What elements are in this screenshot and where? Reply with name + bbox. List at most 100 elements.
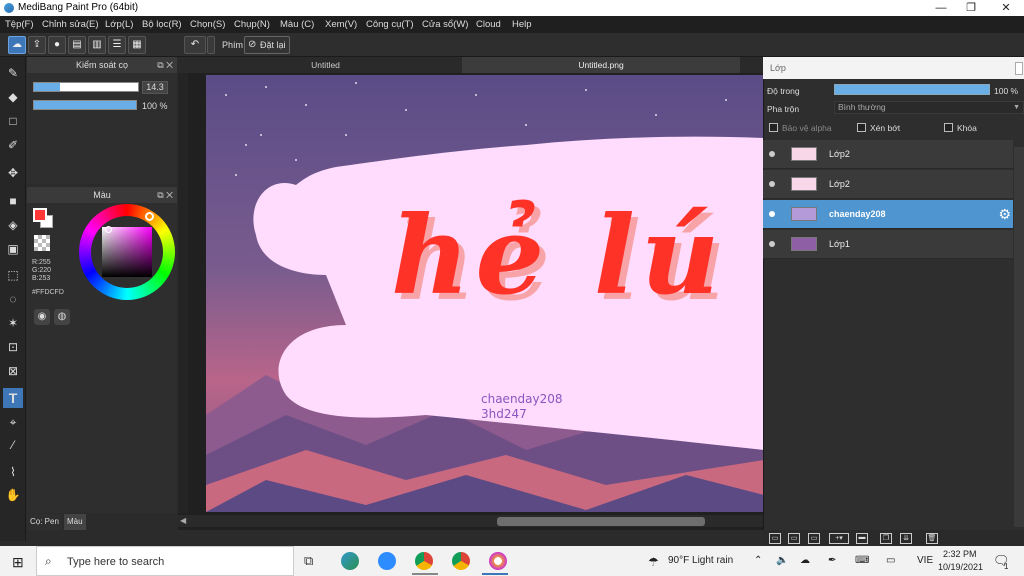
bucket-tool-icon[interactable]: ◈ [3, 215, 23, 235]
eyedropper-tool-icon[interactable]: ⌇ [3, 462, 23, 482]
menu-edit[interactable]: Chỉnh sửa(E) [42, 19, 99, 30]
gear-icon[interactable]: ⚙ [998, 206, 1011, 223]
volume-icon[interactable]: 🔈 [776, 555, 788, 566]
cloud-sync-icon[interactable]: ☁ [800, 555, 810, 566]
merge-layer-icon[interactable]: ⇊ [900, 533, 912, 544]
minimize-button[interactable]: — [924, 0, 958, 16]
panel-window-icons[interactable]: ⧉ ✕ [157, 187, 173, 203]
tab-brush[interactable]: Cọ: Pen [27, 514, 62, 530]
panel-window-icons[interactable]: ⧉ ✕ [157, 57, 173, 73]
vertical-scrollbar[interactable] [178, 73, 188, 513]
edge-icon[interactable] [341, 552, 359, 570]
blend-mode-select[interactable]: Bình thường ▼ [834, 101, 1024, 114]
visibility-icon[interactable] [769, 181, 775, 187]
clock-time[interactable]: 2:32 PM [943, 549, 977, 559]
menu-capture[interactable]: Chụp(N) [234, 19, 270, 30]
menu-layer[interactable]: Lớp(L) [105, 19, 133, 30]
windows-start-icon[interactable]: ⊞ [12, 554, 24, 571]
comment-icon[interactable]: ● [48, 36, 66, 54]
tab-untitled[interactable]: Untitled [188, 57, 463, 73]
sv-marker[interactable] [105, 226, 112, 233]
clipping-checkbox[interactable] [857, 123, 866, 132]
fill-rect-tool-icon[interactable]: ■ [3, 191, 23, 211]
brush-opacity-slider[interactable] [33, 100, 137, 110]
folder-icon[interactable]: ▬ [856, 533, 868, 544]
brush-tool-icon[interactable]: ✎ [3, 63, 23, 83]
layer-opacity-slider[interactable] [834, 84, 990, 95]
duplicate-layer-icon[interactable]: ❐ [880, 533, 892, 544]
eraser-tool-icon[interactable]: ◆ [3, 87, 23, 107]
menu-cloud[interactable]: Cloud [476, 19, 501, 30]
menu-view[interactable]: Xem(V) [325, 19, 357, 30]
lock-checkbox[interactable] [944, 123, 953, 132]
tab-untitled-png[interactable]: Untitled.png [462, 57, 740, 73]
pen-tool-icon[interactable]: ✐ [3, 135, 23, 155]
message-icon[interactable]: ▤ [68, 36, 86, 54]
chrome-profile-icon[interactable] [452, 552, 470, 570]
chrome-icon[interactable] [415, 552, 433, 570]
layer-item[interactable]: Lớp1 [763, 230, 1013, 259]
grid-icon[interactable]: ▦ [128, 36, 146, 54]
layers-scrollbar[interactable] [1014, 147, 1024, 527]
trash-icon[interactable]: 🗑 [926, 533, 938, 544]
select-pen-tool-icon[interactable]: ⊡ [3, 337, 23, 357]
rectangle-tool-icon[interactable]: □ [3, 111, 23, 131]
layer-item-selected[interactable]: chaenday208 ⚙ [763, 200, 1013, 229]
foreground-color-swatch[interactable] [33, 208, 47, 222]
add-layer-menu-icon[interactable]: +▾ [829, 533, 849, 544]
menu-select[interactable]: Chọn(S) [190, 19, 225, 30]
move-tool-icon[interactable]: ✥ [3, 163, 23, 183]
undo-icon[interactable]: ↶ [184, 36, 206, 54]
palette-icon[interactable]: ◉ [34, 309, 50, 325]
new-layer-icon[interactable]: ▭ [769, 533, 781, 544]
menu-tools[interactable]: Công cụ(T) [366, 19, 414, 30]
close-button[interactable]: ✕ [989, 0, 1023, 16]
document-icon[interactable]: ▥ [88, 36, 106, 54]
saturation-value-square[interactable] [102, 227, 152, 277]
pen-icon[interactable]: ✒ [828, 555, 836, 566]
chevron-up-icon[interactable]: ⌃ [754, 555, 762, 566]
scroll-left-icon[interactable]: ◀ [180, 516, 186, 525]
new-layer-1bit-icon[interactable]: ▭ [808, 533, 820, 544]
menu-window[interactable]: Cửa sổ(W) [422, 19, 468, 30]
menu-file[interactable]: Tệp(F) [5, 19, 34, 30]
medibang-taskbar-icon[interactable] [489, 552, 507, 570]
lasso-tool-icon[interactable]: ◌ [3, 289, 23, 309]
clock-date[interactable]: 10/19/2021 [938, 562, 983, 572]
reset-button[interactable]: ⊘ Đặt lại [244, 36, 290, 54]
visibility-icon[interactable] [769, 241, 775, 247]
brush-size-value[interactable]: 14.3 [142, 81, 168, 94]
horizontal-scroll-thumb[interactable] [497, 517, 705, 526]
tab-color[interactable]: Màu [64, 514, 86, 530]
visibility-icon[interactable] [769, 151, 775, 157]
operation-tool-icon[interactable]: ⌖ [3, 412, 23, 432]
keyboard-icon[interactable]: ⌨ [855, 555, 869, 566]
hand-tool-icon[interactable]: ✋ [3, 485, 23, 505]
hue-marker[interactable] [145, 212, 154, 221]
list-icon[interactable]: ☰ [108, 36, 126, 54]
cloud-icon[interactable]: ☁ [8, 36, 26, 54]
drawing-canvas[interactable]: hẻ lú ~ chaenday208 3hd247 [206, 75, 764, 512]
new-layer-8bit-icon[interactable]: ▭ [788, 533, 800, 544]
input-language[interactable]: VIE [917, 555, 933, 566]
share-icon[interactable]: ⇪ [28, 36, 46, 54]
menu-filter[interactable]: Bộ lọc(R) [142, 19, 182, 30]
layer-item[interactable]: Lớp2 [763, 170, 1013, 199]
select-eraser-tool-icon[interactable]: ⊠ [3, 361, 23, 381]
header-scroll-icon[interactable] [1015, 62, 1023, 75]
menu-color[interactable]: Màu (C) [280, 19, 314, 30]
visibility-icon[interactable] [769, 211, 775, 217]
layer-item[interactable]: Lớp2 [763, 140, 1013, 169]
task-view-icon[interactable]: ⧉ [304, 553, 313, 569]
brush-size-slider[interactable] [33, 82, 139, 92]
menu-help[interactable]: Help [512, 19, 532, 30]
zoom-icon[interactable] [378, 552, 396, 570]
taskbar-search[interactable]: ⌕ Type here to search [36, 546, 294, 576]
text-tool-icon[interactable]: T [3, 388, 23, 408]
palette-add-icon[interactable]: ◍ [54, 309, 70, 325]
magic-wand-tool-icon[interactable]: ✶ [3, 313, 23, 333]
protect-alpha-checkbox[interactable] [769, 123, 778, 132]
divide-tool-icon[interactable]: ⁄ [3, 435, 23, 455]
select-rect-tool-icon[interactable]: ⬚ [3, 265, 23, 285]
weather-text[interactable]: 90°F Light rain [668, 555, 733, 566]
